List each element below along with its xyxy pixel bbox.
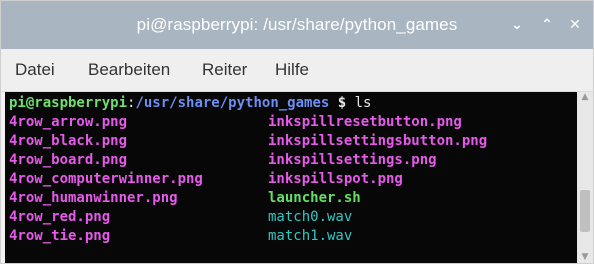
file-entry: 4row_tie.png — [9, 228, 111, 244]
vertical-scrollbar[interactable]: ▲ ▼ — [577, 92, 593, 263]
close-icon: ✕ — [569, 17, 581, 33]
window-title: pi@raspberrypi: /usr/share/python_games — [136, 15, 458, 34]
terminal-window: pi@raspberrypi: /usr/share/python_games … — [0, 0, 594, 264]
menu-bar: Datei Bearbeiten Reiter Hilfe — [1, 49, 593, 92]
scroll-up-icon[interactable]: ▲ — [581, 92, 589, 102]
menu-item-datei[interactable]: Datei — [15, 49, 55, 91]
title-bar[interactable]: pi@raspberrypi: /usr/share/python_games … — [1, 1, 593, 49]
file-entry: 4row_computerwinner.png — [9, 171, 203, 187]
file-entry: 4row_arrow.png — [9, 114, 128, 130]
prompt-line: pi@raspberrypi:/usr/share/python_games $… — [9, 94, 371, 113]
minimize-button[interactable]: ⌄ — [509, 17, 525, 33]
prompt-path: /usr/share/python_games — [135, 95, 330, 111]
scroll-thumb[interactable] — [580, 190, 590, 232]
chevron-down-icon: ⌄ — [511, 17, 523, 33]
file-entry: match0.wav — [268, 209, 353, 225]
menu-item-reiter[interactable]: Reiter — [202, 49, 247, 91]
prompt-symbol: $ — [329, 95, 355, 111]
file-entry: inkspillsettings.png — [268, 152, 437, 168]
file-entry: launcher.sh — [268, 190, 361, 206]
file-entry: match1.wav — [268, 228, 353, 244]
file-entry: 4row_red.png — [9, 209, 111, 225]
file-entry: 4row_humanwinner.png — [9, 190, 178, 206]
file-entry: 4row_board.png — [9, 152, 128, 168]
file-entry: 4row_black.png — [9, 133, 128, 149]
menu-item-bearbeiten[interactable]: Bearbeiten — [88, 49, 170, 91]
terminal-output[interactable]: pi@raspberrypi:/usr/share/python_games $… — [5, 92, 577, 263]
file-entry: inkspillspot.png — [268, 171, 403, 187]
chevron-up-icon: ⌃ — [541, 17, 553, 33]
maximize-button[interactable]: ⌃ — [539, 17, 555, 33]
scroll-down-icon[interactable]: ▼ — [581, 252, 589, 262]
file-entry: inkspillsettingsbutton.png — [268, 133, 488, 149]
file-entry: inkspillresetbutton.png — [268, 114, 462, 130]
menu-item-hilfe[interactable]: Hilfe — [275, 49, 309, 91]
command-text: ls — [354, 95, 372, 111]
prompt-user: pi@raspberrypi — [9, 95, 128, 111]
close-button[interactable]: ✕ — [567, 17, 583, 33]
